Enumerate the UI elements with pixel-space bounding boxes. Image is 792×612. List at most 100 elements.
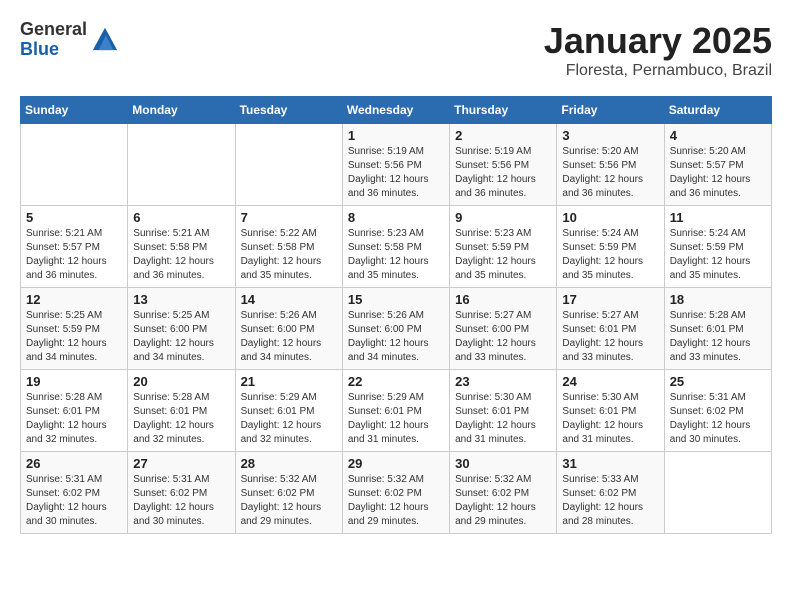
day-number: 29	[348, 456, 444, 471]
calendar-week-row: 19 Sunrise: 5:28 AM Sunset: 6:01 PM Dayli…	[21, 370, 772, 452]
day-info: Sunrise: 5:19 AM Sunset: 5:56 PM Dayligh…	[455, 145, 551, 201]
weekday-header: Tuesday	[235, 97, 342, 124]
day-number: 24	[562, 374, 658, 389]
day-info: Sunrise: 5:30 AM Sunset: 6:01 PM Dayligh…	[455, 391, 551, 447]
day-number: 4	[670, 128, 766, 143]
day-info: Sunrise: 5:32 AM Sunset: 6:02 PM Dayligh…	[348, 473, 444, 529]
day-info: Sunrise: 5:26 AM Sunset: 6:00 PM Dayligh…	[348, 309, 444, 365]
calendar-cell: 6Sunrise: 5:21 AM Sunset: 5:58 PM Daylig…	[128, 206, 235, 288]
day-number: 7	[241, 210, 337, 225]
day-info: Sunrise: 5:23 AM Sunset: 5:59 PM Dayligh…	[455, 227, 551, 283]
day-info: Sunrise: 5:28 AM Sunset: 6:01 PM Dayligh…	[26, 391, 122, 447]
logo-general-text: General	[20, 20, 87, 40]
calendar-cell: 22Sunrise: 5:29 AM Sunset: 6:01 PM Dayli…	[342, 370, 449, 452]
day-info: Sunrise: 5:32 AM Sunset: 6:02 PM Dayligh…	[455, 473, 551, 529]
logo-icon	[91, 24, 119, 52]
day-info: Sunrise: 5:21 AM Sunset: 5:57 PM Dayligh…	[26, 227, 122, 283]
day-number: 12	[26, 292, 122, 307]
day-number: 17	[562, 292, 658, 307]
day-info: Sunrise: 5:29 AM Sunset: 6:01 PM Dayligh…	[348, 391, 444, 447]
location-title: Floresta, Pernambuco, Brazil	[544, 62, 772, 80]
day-number: 13	[133, 292, 229, 307]
calendar-cell: 24 Sunrise: 5:30 AM Sunset: 6:01 PM Dayli…	[557, 370, 664, 452]
day-info: Sunrise: 5:22 AM Sunset: 5:58 PM Dayligh…	[241, 227, 337, 283]
day-number: 28	[241, 456, 337, 471]
logo: General Blue	[20, 20, 119, 60]
calendar-cell: 28 Sunrise: 5:32 AM Sunset: 6:02 PM Dayli…	[235, 452, 342, 534]
day-info: Sunrise: 5:21 AM Sunset: 5:58 PM Dayligh…	[133, 227, 229, 283]
calendar-cell: 16Sunrise: 5:27 AM Sunset: 6:00 PM Dayli…	[450, 288, 557, 370]
calendar-cell	[128, 124, 235, 206]
calendar-table: SundayMondayTuesdayWednesdayThursdayFrid…	[20, 96, 772, 534]
calendar-cell: 20 Sunrise: 5:28 AM Sunset: 6:01 PM Dayli…	[128, 370, 235, 452]
calendar-cell	[235, 124, 342, 206]
calendar-cell: 14 Sunrise: 5:26 AM Sunset: 6:00 PM Dayli…	[235, 288, 342, 370]
day-info: Sunrise: 5:23 AM Sunset: 5:58 PM Dayligh…	[348, 227, 444, 283]
day-info: Sunrise: 5:31 AM Sunset: 6:02 PM Dayligh…	[26, 473, 122, 529]
weekday-header: Saturday	[664, 97, 771, 124]
calendar-cell: 25 Sunrise: 5:31 AM Sunset: 6:02 PM Dayli…	[664, 370, 771, 452]
weekday-header-row: SundayMondayTuesdayWednesdayThursdayFrid…	[21, 97, 772, 124]
calendar-cell: 4Sunrise: 5:20 AM Sunset: 5:57 PM Daylig…	[664, 124, 771, 206]
calendar-week-row: 1Sunrise: 5:19 AM Sunset: 5:56 PM Daylig…	[21, 124, 772, 206]
day-info: Sunrise: 5:30 AM Sunset: 6:01 PM Dayligh…	[562, 391, 658, 447]
page-header: General Blue January 2025 Floresta, Pern…	[20, 20, 772, 80]
day-number: 2	[455, 128, 551, 143]
day-info: Sunrise: 5:31 AM Sunset: 6:02 PM Dayligh…	[670, 391, 766, 447]
day-info: Sunrise: 5:33 AM Sunset: 6:02 PM Dayligh…	[562, 473, 658, 529]
day-number: 23	[455, 374, 551, 389]
day-info: Sunrise: 5:26 AM Sunset: 6:00 PM Dayligh…	[241, 309, 337, 365]
calendar-cell: 23 Sunrise: 5:30 AM Sunset: 6:01 PM Dayli…	[450, 370, 557, 452]
calendar-cell: 13Sunrise: 5:25 AM Sunset: 6:00 PM Dayli…	[128, 288, 235, 370]
calendar-week-row: 26 Sunrise: 5:31 AM Sunset: 6:02 PM Dayli…	[21, 452, 772, 534]
day-number: 20	[133, 374, 229, 389]
calendar-cell: 29 Sunrise: 5:32 AM Sunset: 6:02 PM Dayli…	[342, 452, 449, 534]
day-info: Sunrise: 5:28 AM Sunset: 6:01 PM Dayligh…	[670, 309, 766, 365]
calendar-cell: 15 Sunrise: 5:26 AM Sunset: 6:00 PM Dayli…	[342, 288, 449, 370]
month-title: January 2025	[544, 20, 772, 62]
calendar-cell	[664, 452, 771, 534]
calendar-cell	[21, 124, 128, 206]
day-info: Sunrise: 5:24 AM Sunset: 5:59 PM Dayligh…	[562, 227, 658, 283]
day-number: 18	[670, 292, 766, 307]
title-block: January 2025 Floresta, Pernambuco, Brazi…	[544, 20, 772, 80]
day-number: 27	[133, 456, 229, 471]
calendar-cell: 1Sunrise: 5:19 AM Sunset: 5:56 PM Daylig…	[342, 124, 449, 206]
weekday-header: Thursday	[450, 97, 557, 124]
day-info: Sunrise: 5:20 AM Sunset: 5:56 PM Dayligh…	[562, 145, 658, 201]
day-info: Sunrise: 5:24 AM Sunset: 5:59 PM Dayligh…	[670, 227, 766, 283]
calendar-cell: 7 Sunrise: 5:22 AM Sunset: 5:58 PM Daylig…	[235, 206, 342, 288]
weekday-header: Wednesday	[342, 97, 449, 124]
day-number: 10	[562, 210, 658, 225]
day-number: 31	[562, 456, 658, 471]
day-info: Sunrise: 5:27 AM Sunset: 6:01 PM Dayligh…	[562, 309, 658, 365]
day-info: Sunrise: 5:27 AM Sunset: 6:00 PM Dayligh…	[455, 309, 551, 365]
calendar-week-row: 12 Sunrise: 5:25 AM Sunset: 5:59 PM Dayli…	[21, 288, 772, 370]
day-number: 14	[241, 292, 337, 307]
calendar-cell: 27 Sunrise: 5:31 AM Sunset: 6:02 PM Dayli…	[128, 452, 235, 534]
day-number: 11	[670, 210, 766, 225]
calendar-cell: 10 Sunrise: 5:24 AM Sunset: 5:59 PM Dayli…	[557, 206, 664, 288]
calendar-cell: 31 Sunrise: 5:33 AM Sunset: 6:02 PM Dayli…	[557, 452, 664, 534]
day-info: Sunrise: 5:32 AM Sunset: 6:02 PM Dayligh…	[241, 473, 337, 529]
weekday-header: Friday	[557, 97, 664, 124]
day-number: 19	[26, 374, 122, 389]
day-info: Sunrise: 5:19 AM Sunset: 5:56 PM Dayligh…	[348, 145, 444, 201]
day-number: 15	[348, 292, 444, 307]
day-info: Sunrise: 5:28 AM Sunset: 6:01 PM Dayligh…	[133, 391, 229, 447]
calendar-cell: 3 Sunrise: 5:20 AM Sunset: 5:56 PM Daylig…	[557, 124, 664, 206]
day-number: 3	[562, 128, 658, 143]
calendar-cell: 8Sunrise: 5:23 AM Sunset: 5:58 PM Daylig…	[342, 206, 449, 288]
day-info: Sunrise: 5:31 AM Sunset: 6:02 PM Dayligh…	[133, 473, 229, 529]
weekday-header: Sunday	[21, 97, 128, 124]
day-info: Sunrise: 5:29 AM Sunset: 6:01 PM Dayligh…	[241, 391, 337, 447]
calendar-cell: 21Sunrise: 5:29 AM Sunset: 6:01 PM Dayli…	[235, 370, 342, 452]
day-number: 26	[26, 456, 122, 471]
calendar-cell: 19 Sunrise: 5:28 AM Sunset: 6:01 PM Dayli…	[21, 370, 128, 452]
day-info: Sunrise: 5:25 AM Sunset: 5:59 PM Dayligh…	[26, 309, 122, 365]
day-number: 25	[670, 374, 766, 389]
calendar-cell: 2 Sunrise: 5:19 AM Sunset: 5:56 PM Daylig…	[450, 124, 557, 206]
logo-blue-text: Blue	[20, 40, 87, 60]
day-number: 9	[455, 210, 551, 225]
calendar-cell: 11 Sunrise: 5:24 AM Sunset: 5:59 PM Dayli…	[664, 206, 771, 288]
